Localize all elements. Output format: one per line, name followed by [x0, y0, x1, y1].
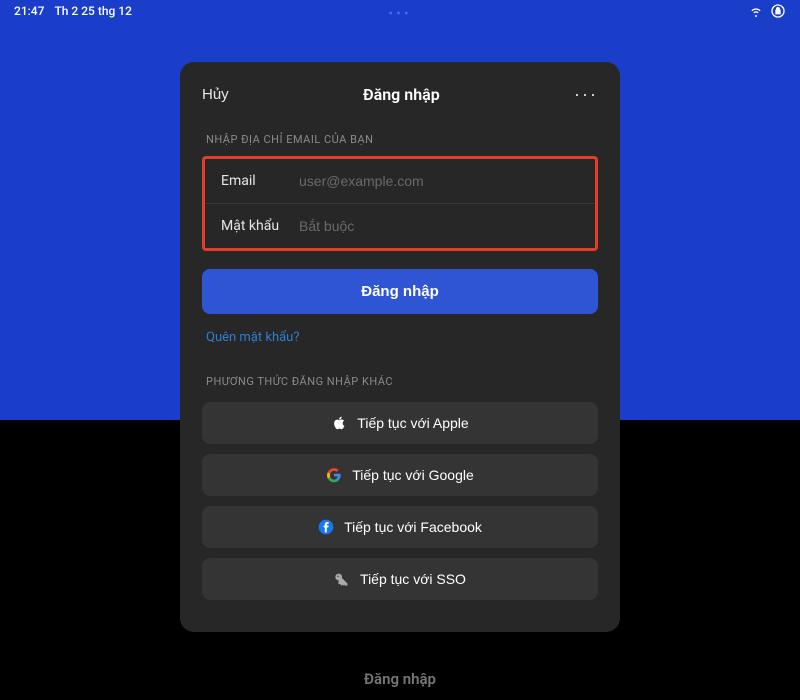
alt-login-section-label: PHƯƠNG THỨC ĐĂNG NHẬP KHÁC: [202, 375, 598, 388]
continue-google-button[interactable]: Tiếp tục với Google: [202, 454, 598, 496]
forgot-password-link[interactable]: Quên mật khẩu?: [202, 330, 300, 345]
facebook-icon: [318, 519, 334, 535]
continue-apple-button[interactable]: Tiếp tục với Apple: [202, 402, 598, 444]
login-modal: Hủy Đăng nhập ··· NHẬP ĐỊA CHỈ EMAIL CỦA…: [180, 62, 620, 632]
more-button[interactable]: ···: [574, 84, 598, 105]
login-button[interactable]: Đăng nhập: [202, 269, 598, 314]
modal-title: Đăng nhập: [363, 85, 440, 104]
background-login-title: Đăng nhập: [364, 670, 436, 688]
email-section-label: NHẬP ĐỊA CHỈ EMAIL CỦA BẠN: [202, 133, 598, 146]
password-label: Mật khẩu: [221, 218, 299, 234]
cancel-button[interactable]: Hủy: [202, 86, 229, 103]
apple-icon: [331, 415, 347, 431]
email-field[interactable]: [299, 173, 579, 189]
status-date: Th 2 25 thg 12: [54, 4, 131, 18]
sso-button-label: Tiếp tục với SSO: [360, 571, 466, 587]
apple-button-label: Tiếp tục với Apple: [357, 415, 468, 431]
credentials-group: Email Mật khẩu: [202, 156, 598, 251]
google-icon: [326, 467, 342, 483]
status-time: 21:47: [14, 4, 44, 18]
facebook-button-label: Tiếp tục với Facebook: [344, 519, 482, 535]
key-icon: [334, 571, 350, 587]
continue-sso-button[interactable]: Tiếp tục với SSO: [202, 558, 598, 600]
wifi-icon: [748, 3, 764, 19]
password-field[interactable]: [299, 218, 579, 234]
orientation-lock-icon: [770, 3, 786, 19]
continue-facebook-button[interactable]: Tiếp tục với Facebook: [202, 506, 598, 548]
multitask-dots-icon[interactable]: •••: [388, 6, 411, 22]
email-label: Email: [221, 173, 299, 189]
google-button-label: Tiếp tục với Google: [352, 467, 474, 483]
